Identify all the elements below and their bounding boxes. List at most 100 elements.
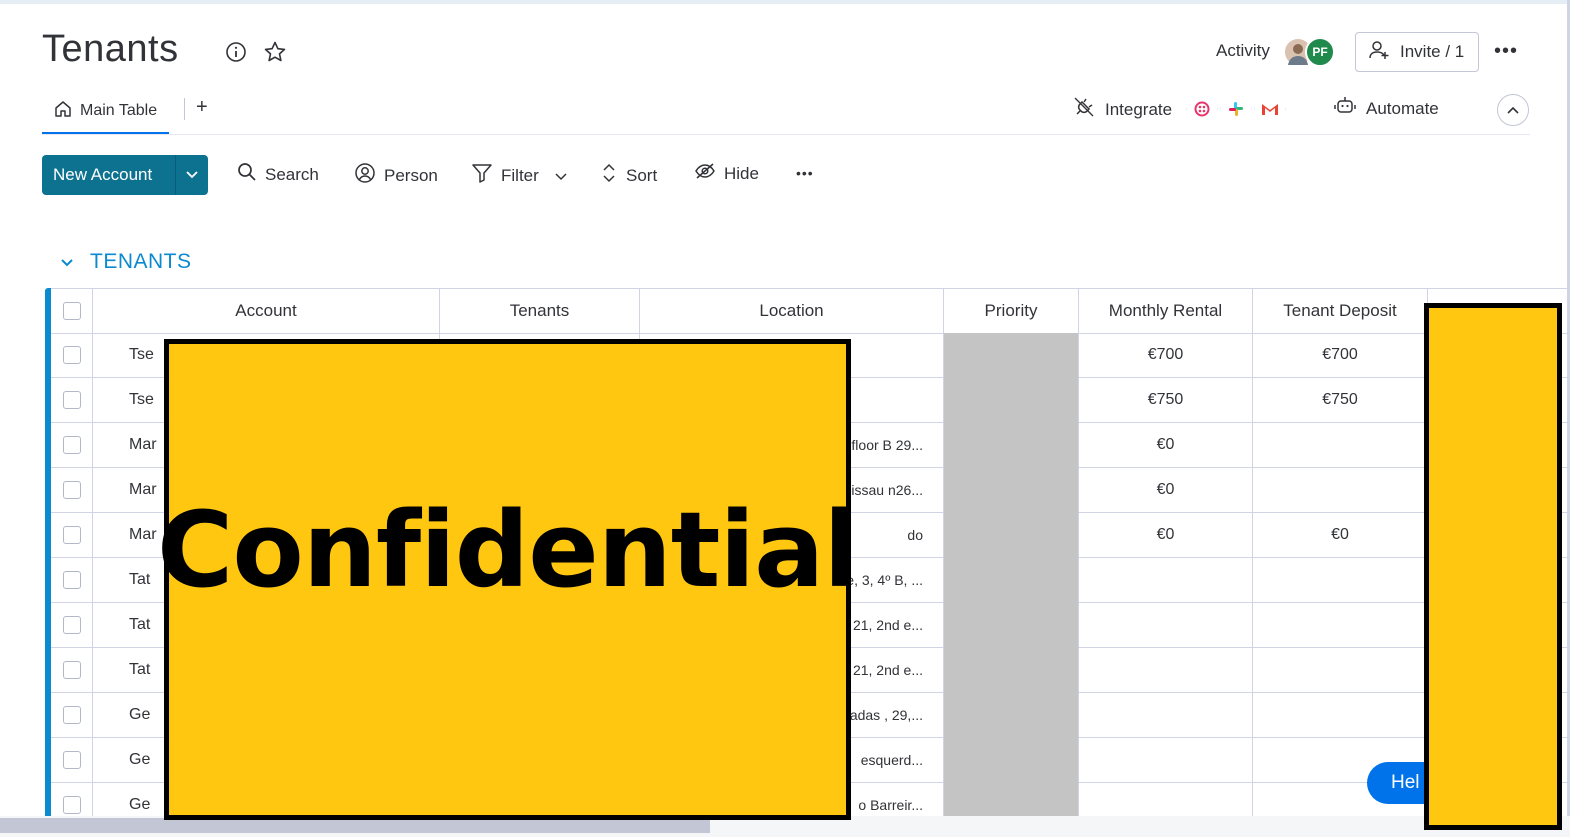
row-select-cell [51, 648, 93, 693]
monthly-rental-cell[interactable]: €0 [1079, 468, 1253, 513]
horizontal-scrollbar-thumb[interactable] [0, 818, 710, 833]
tenant-deposit-cell[interactable]: €700 [1253, 333, 1428, 378]
row-select-cell [51, 513, 93, 558]
row-checkbox[interactable] [62, 481, 81, 499]
gmail-icon [1254, 93, 1286, 125]
more-options-icon[interactable]: ••• [1494, 40, 1518, 63]
group-header[interactable]: TENANTS [60, 250, 192, 274]
row-checkbox[interactable] [62, 526, 81, 544]
automate-button[interactable]: Automate [1334, 96, 1439, 121]
monthly-rental-cell[interactable] [1079, 648, 1253, 693]
add-person-icon [1368, 39, 1390, 66]
column-header[interactable]: Tenants [440, 289, 640, 334]
priority-cell[interactable] [944, 468, 1079, 513]
sort-icon [600, 162, 618, 189]
star-icon[interactable] [263, 40, 287, 64]
new-account-label: New Account [53, 165, 153, 184]
tab-divider [184, 98, 185, 120]
priority-cell[interactable] [944, 603, 1079, 648]
group-title[interactable]: TENANTS [90, 250, 192, 274]
tenant-deposit-cell[interactable] [1253, 423, 1428, 468]
confidential-label: Confidential [157, 488, 859, 611]
monthly-rental-cell[interactable]: €0 [1079, 513, 1253, 558]
priority-cell[interactable] [944, 423, 1079, 468]
person-filter-button[interactable]: Person [354, 162, 438, 189]
sort-label: Sort [626, 165, 658, 185]
monthly-rental-cell[interactable] [1079, 783, 1253, 816]
column-header[interactable]: Tenant Deposit [1253, 289, 1428, 334]
person-label: Person [384, 165, 438, 185]
board-title[interactable]: Tenants [42, 28, 179, 71]
monthly-rental-cell[interactable] [1079, 603, 1253, 648]
row-select-cell [51, 468, 93, 513]
row-checkbox[interactable] [62, 796, 81, 814]
row-checkbox[interactable] [62, 346, 81, 364]
monthly-rental-cell[interactable]: €700 [1079, 333, 1253, 378]
select-all-checkbox[interactable] [62, 302, 81, 320]
row-select-cell [51, 783, 93, 816]
row-select-cell [51, 603, 93, 648]
row-checkbox[interactable] [62, 571, 81, 589]
integrate-label: Integrate [1105, 99, 1173, 119]
priority-cell[interactable] [944, 783, 1079, 816]
filter-label: Filter [501, 165, 539, 185]
row-checkbox[interactable] [62, 436, 81, 454]
column-header[interactable]: Account [93, 289, 440, 334]
tenant-deposit-cell[interactable] [1253, 693, 1428, 738]
priority-cell[interactable] [944, 558, 1079, 603]
search-button[interactable]: Search [237, 162, 319, 187]
priority-cell[interactable] [944, 738, 1079, 783]
priority-cell[interactable] [944, 693, 1079, 738]
tab-main-table[interactable]: Main Table [42, 90, 170, 134]
new-account-button[interactable]: New Account [42, 155, 208, 195]
row-checkbox[interactable] [62, 391, 81, 409]
chevron-down-icon[interactable] [60, 250, 74, 274]
monthly-rental-cell[interactable] [1079, 738, 1253, 783]
user-avatar-initials[interactable]: PF [1305, 37, 1335, 67]
hide-label: Hide [724, 163, 759, 183]
priority-cell[interactable] [944, 378, 1079, 423]
search-label: Search [265, 164, 319, 184]
twilio-icon [1186, 93, 1218, 125]
row-checkbox[interactable] [62, 661, 81, 679]
integrate-button[interactable]: Integrate [1073, 96, 1172, 123]
tenant-deposit-cell[interactable] [1253, 468, 1428, 513]
column-header[interactable]: Location [640, 289, 944, 334]
collapse-header-button[interactable] [1497, 94, 1529, 126]
monthly-rental-cell[interactable] [1079, 558, 1253, 603]
monthly-rental-cell[interactable]: €750 [1079, 378, 1253, 423]
person-icon [354, 162, 376, 189]
priority-cell[interactable] [944, 513, 1079, 558]
tenant-deposit-cell[interactable] [1253, 603, 1428, 648]
row-checkbox[interactable] [62, 751, 81, 769]
column-header[interactable]: Priority [944, 289, 1079, 334]
more-toolbar-icon[interactable]: ••• [796, 165, 814, 181]
row-select-cell [51, 738, 93, 783]
sort-button[interactable]: Sort [600, 162, 657, 189]
automate-label: Automate [1366, 98, 1439, 118]
row-checkbox[interactable] [62, 616, 81, 634]
eye-off-icon [694, 162, 716, 185]
filter-button[interactable]: Filter [471, 162, 567, 189]
monthly-rental-cell[interactable]: €0 [1079, 423, 1253, 468]
tenant-deposit-cell[interactable]: €750 [1253, 378, 1428, 423]
chevron-down-icon[interactable] [555, 166, 567, 186]
side-redaction [1424, 303, 1562, 830]
info-icon[interactable] [224, 40, 248, 64]
priority-cell[interactable] [944, 648, 1079, 693]
row-checkbox[interactable] [62, 706, 81, 724]
table-header-row: Account Tenants Location Priority Monthl… [51, 288, 1568, 334]
activity-link[interactable]: Activity [1216, 41, 1270, 61]
tenant-deposit-cell[interactable] [1253, 558, 1428, 603]
hide-button[interactable]: Hide [694, 162, 759, 185]
add-view-button[interactable]: + [196, 96, 208, 119]
column-header[interactable]: Monthly Rental [1079, 289, 1253, 334]
tenant-deposit-cell[interactable]: €0 [1253, 513, 1428, 558]
monthly-rental-cell[interactable] [1079, 693, 1253, 738]
tenant-deposit-cell[interactable] [1253, 648, 1428, 693]
chevron-down-icon[interactable] [175, 155, 208, 195]
priority-cell[interactable] [944, 333, 1079, 378]
integration-logos[interactable] [1186, 92, 1286, 126]
invite-button[interactable]: Invite / 1 [1355, 32, 1479, 72]
row-select-cell [51, 558, 93, 603]
